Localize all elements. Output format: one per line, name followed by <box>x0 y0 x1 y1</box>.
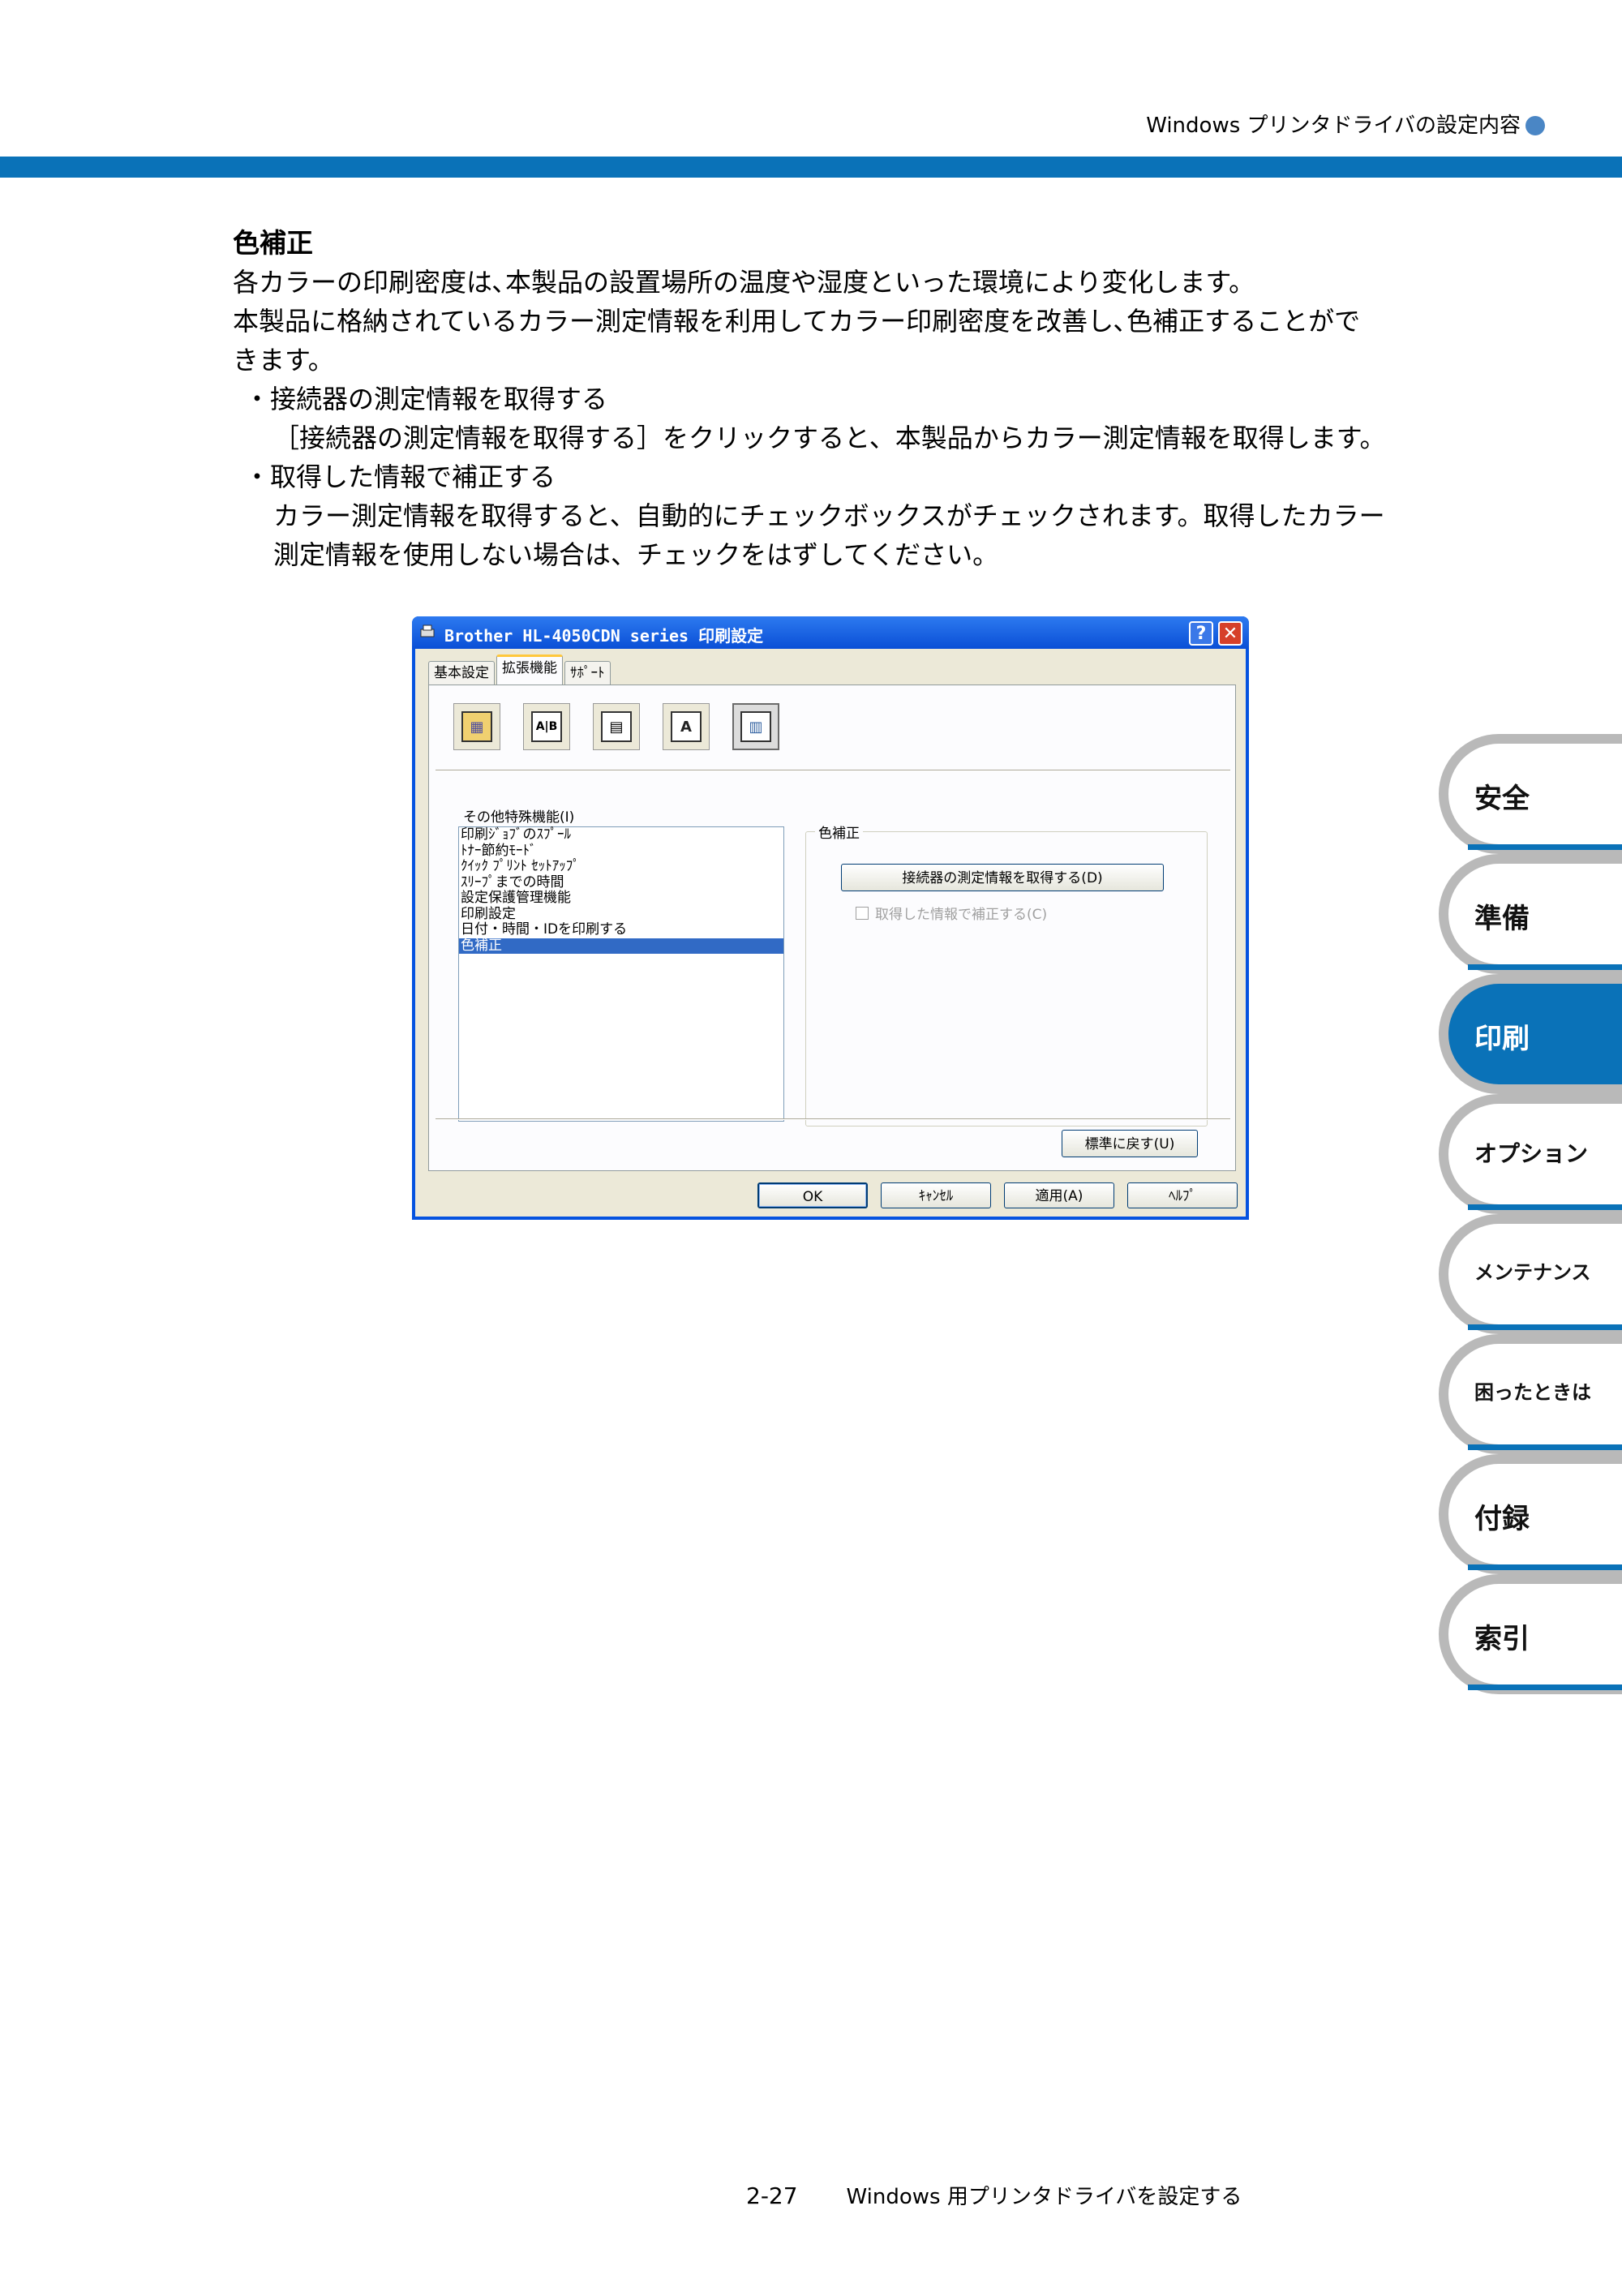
list-item[interactable]: 設定保護管理機能 <box>459 890 783 907</box>
list-item[interactable]: 印刷ｼﾞｮﾌﾞのｽﾌﾟｰﾙ <box>459 826 783 843</box>
running-header: Windows プリンタドライバの設定内容 <box>1146 112 1545 139</box>
chapter-tab-label: 付録 <box>1474 1503 1530 1535</box>
ok-button[interactable]: OK <box>757 1182 868 1208</box>
list-item[interactable]: ﾄﾅｰ節約ﾓｰﾄﾞ <box>459 843 783 860</box>
dialog-title-bar[interactable]: Brother HL-4050CDN series 印刷設定 ? ✕ <box>412 616 1249 649</box>
reset-default-button[interactable]: 標準に戻す(U) <box>1062 1130 1198 1157</box>
tab-index[interactable]: 索引 <box>1439 1574 1622 1694</box>
help-button[interactable]: ﾍﾙﾌﾟ <box>1127 1182 1238 1208</box>
bullet-description: カラー測定情報を取得すると、自動的にチェックボックスがチェックされます。取得した… <box>273 500 1385 531</box>
paragraph-2b: きます。 <box>233 345 334 376</box>
paragraph-2a: 本製品に格納されているカラー測定情報を利用してカラー印刷密度を改善し､色補正する… <box>233 306 1361 337</box>
tab-safety[interactable]: 安全 <box>1439 734 1622 854</box>
use-calibration-checkbox-row: 取得した情報で補正する(C) <box>856 903 1047 923</box>
chapter-tab-label: オプション <box>1474 1140 1589 1167</box>
special-features-list[interactable]: 印刷ｼﾞｮﾌﾞのｽﾌﾟｰﾙ ﾄﾅｰ節約ﾓｰﾄﾞ ｸｲｯｸ ﾌﾟﾘﾝﾄ ｾｯﾄｱｯ… <box>458 826 784 1122</box>
print-settings-dialog: Brother HL-4050CDN series 印刷設定 ? ✕ 基本設定 … <box>412 616 1249 1220</box>
chapter-tab-label: 困ったときは <box>1474 1381 1591 1404</box>
page-number: 2-27 <box>746 2182 798 2209</box>
apply-button[interactable]: 適用(A) <box>1004 1182 1114 1208</box>
printer-icon <box>420 624 435 637</box>
multiple-page-icon[interactable]: A|B <box>523 703 570 750</box>
chapter-tab-label: 印刷 <box>1474 1023 1530 1055</box>
close-icon[interactable]: ✕ <box>1218 621 1242 646</box>
tab-options[interactable]: オプション <box>1439 1094 1622 1214</box>
group-label: 色補正 <box>815 822 863 842</box>
advanced-tab-page: ▦ A|B ▤ A ▥ その他特殊機能(I) 印刷ｼﾞｮﾌﾞのｽﾌﾟｰﾙ ﾄﾅｰ… <box>428 685 1236 1171</box>
chapter-tab-label: メンテナンス <box>1474 1261 1591 1284</box>
tab-printing[interactable]: 印刷 <box>1439 974 1622 1094</box>
bullet-description: 測定情報を使用しない場合は、チェックをはずしてください。 <box>273 539 999 570</box>
divider <box>436 1118 1230 1120</box>
page-footer: 2-27 Windows 用プリンタドライバを設定する <box>746 2180 1242 2210</box>
footer-title: Windows 用プリンタドライバを設定する <box>846 2185 1242 2209</box>
help-icon[interactable]: ? <box>1189 621 1213 646</box>
bullet-dot-icon <box>1525 116 1545 135</box>
use-calibration-checkbox[interactable] <box>856 906 869 920</box>
list-item[interactable]: 印刷設定 <box>459 906 783 923</box>
watermark-icon[interactable]: ▦ <box>453 703 500 750</box>
tab-support[interactable]: ｻﾎﾟｰﾄ <box>564 661 611 685</box>
list-item-selected[interactable]: 色補正 <box>459 938 783 954</box>
list-item[interactable]: 日付・時間・IDを印刷する <box>459 921 783 938</box>
special-features-label: その他特殊機能(I) <box>463 809 575 826</box>
tab-troubleshooting[interactable]: 困ったときは <box>1439 1334 1622 1454</box>
bullet-label: ・取得した情報で補正する <box>244 461 556 492</box>
checkbox-label: 取得した情報で補正する(C) <box>875 907 1048 923</box>
paragraph-1: 各カラーの印刷密度は､本製品の設置場所の温度や湿度といった環境により変化します。 <box>233 267 1255 298</box>
bullet-label: ・接続器の測定情報を取得する <box>244 384 608 414</box>
other-settings-icon[interactable]: ▥ <box>732 703 779 750</box>
tab-basic[interactable]: 基本設定 <box>428 661 495 685</box>
list-item[interactable]: ｸｲｯｸ ﾌﾟﾘﾝﾄ ｾｯﾄｱｯﾌﾟ <box>459 858 783 875</box>
font-icon[interactable]: A <box>663 703 710 750</box>
header-bar <box>0 157 1622 178</box>
bullet-description: ［接続器の測定情報を取得する］をクリックすると、本製品からカラー測定情報を取得し… <box>273 423 1386 453</box>
dialog-body: 基本設定 拡張機能 ｻﾎﾟｰﾄ ▦ A|B ▤ A ▥ その他特殊機能(I) 印… <box>415 649 1246 1217</box>
chapter-tabs: 安全 準備 印刷 オプション メンテナンス 困ったときは 付録 索引 <box>1439 734 1622 1694</box>
dialog-title: Brother HL-4050CDN series 印刷設定 <box>444 626 764 646</box>
dialog-buttons: OK ｷｬﾝｾﾙ 適用(A) ﾍﾙﾌﾟ <box>757 1182 1238 1208</box>
main-content: 色補正 各カラーの印刷密度は､本製品の設置場所の温度や湿度といった環境により変化… <box>233 224 1449 574</box>
chapter-tab-label: 準備 <box>1474 903 1530 935</box>
section-title: 色補正 <box>233 227 313 259</box>
tab-appendix[interactable]: 付録 <box>1439 1454 1622 1574</box>
feature-icon-row: ▦ A|B ▤ A ▥ <box>453 703 779 750</box>
running-header-text: Windows プリンタドライバの設定内容 <box>1146 114 1521 138</box>
list-item[interactable]: ｽﾘｰﾌﾟまでの時間 <box>459 874 783 891</box>
get-calibration-data-button[interactable]: 接続器の測定情報を取得する(D) <box>841 864 1164 891</box>
tab-strip: 基本設定 拡張機能 ｻﾎﾟｰﾄ <box>428 654 612 685</box>
copy-icon[interactable]: ▤ <box>593 703 640 750</box>
tab-advanced[interactable]: 拡張機能 <box>496 654 563 685</box>
tab-preparation[interactable]: 準備 <box>1439 854 1622 974</box>
cancel-button[interactable]: ｷｬﾝｾﾙ <box>881 1182 991 1208</box>
divider <box>436 770 1230 771</box>
chapter-tab-label: 索引 <box>1474 1623 1530 1655</box>
chapter-tab-label: 安全 <box>1474 783 1530 815</box>
tab-maintenance[interactable]: メンテナンス <box>1439 1214 1622 1334</box>
